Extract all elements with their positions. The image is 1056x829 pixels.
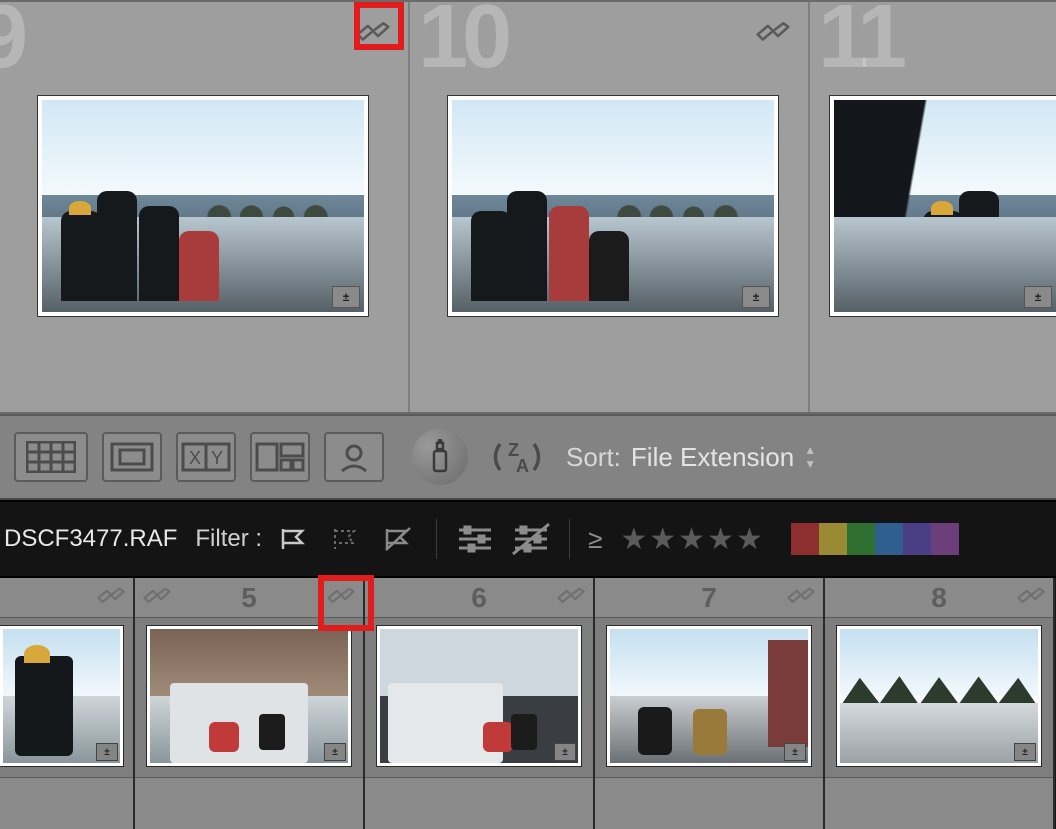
develop-badge-icon[interactable]: ± [332,286,360,308]
rating-comparator-icon[interactable]: ≥ [588,524,602,555]
quick-collection-flag-icon[interactable] [356,20,390,42]
develop-badge-icon[interactable]: ± [742,286,770,308]
grid-thumbnail[interactable]: ± [830,96,1056,316]
edit-filter-icons[interactable] [455,522,551,556]
develop-badge-icon[interactable]: ± [324,743,346,761]
svg-text:Y: Y [211,448,223,468]
sort-menu[interactable]: Sort: File Extension ▲▼ [566,442,816,473]
sort-direction-button[interactable]: Z A [482,432,552,482]
quick-collection-flag-icon[interactable] [143,586,171,604]
cell-index: 10 [418,0,506,89]
grid-cell-9[interactable]: 9 ± [0,2,410,412]
grid-thumbnail[interactable]: ± [448,96,778,316]
sort-value: File Extension [631,442,794,473]
develop-badge-icon[interactable]: ± [96,743,118,761]
color-label-filter[interactable] [791,523,959,555]
quick-collection-flag-icon[interactable] [1017,586,1045,604]
filmstrip-cell-5[interactable]: 5 ± [135,578,365,829]
thumbnail-image [380,629,578,763]
flag-unflagged-icon[interactable] [332,526,366,552]
filmstrip-index: 8 [931,582,947,614]
cell-index: 11 [818,0,901,89]
sort-label: Sort: [566,442,621,473]
current-filename: DSCF3477.RAF [4,525,177,553]
develop-badge-icon[interactable]: ± [784,743,806,761]
compare-view-button[interactable]: XY [176,432,236,482]
filmstrip-thumbnail[interactable]: ± [147,626,351,766]
quick-collection-flag-icon[interactable] [787,586,815,604]
filter-label: Filter : [195,525,262,553]
filmstrip-index: 5 [241,582,257,614]
filmstrip-index: 6 [471,582,487,614]
star-icon[interactable]: ★ [678,522,705,557]
color-chip-green[interactable] [847,523,875,555]
develop-badge-icon[interactable]: ± [1024,286,1052,308]
thumbnails-grid-button[interactable] [14,432,88,482]
sort-dropdown-icon: ▲▼ [804,443,816,471]
grid-cell-10[interactable]: 10 ± [410,2,810,412]
people-view-button[interactable] [324,432,384,482]
painter-tool-button[interactable] [412,429,468,485]
thumbnail-image [42,100,364,312]
filmstrip-index: 7 [701,582,717,614]
filmstrip-cell-6[interactable]: 6 ± [365,578,595,829]
develop-badge-icon[interactable]: ± [1014,743,1036,761]
star-icon[interactable]: ★ [649,522,676,557]
filmstrip-thumbnail[interactable]: ± [0,626,123,766]
quick-collection-flag-icon[interactable] [97,586,125,604]
color-chip-yellow[interactable] [819,523,847,555]
filmstrip-cell-8[interactable]: 8 ± [825,578,1055,829]
filmstrip: ± 5 ± 6 [0,578,1056,829]
star-icon[interactable]: ★ [736,522,763,557]
thumbnail-image [840,629,1038,763]
divider [569,519,570,559]
flag-rejected-icon[interactable] [384,526,418,552]
cell-index: 9 [0,0,22,89]
thumbnail-image [150,629,348,763]
survey-view-button[interactable] [250,432,310,482]
rating-stars[interactable]: ★ ★ ★ ★ ★ [620,522,763,557]
grid-thumbnail[interactable]: ± [38,96,368,316]
star-icon[interactable]: ★ [620,522,647,557]
quick-collection-flag-icon[interactable] [327,586,355,604]
quick-collection-flag-icon[interactable] [756,20,790,42]
filmstrip-cell[interactable]: ± [0,578,135,829]
grid-cell-11[interactable]: 11 ± [810,2,1056,412]
color-chip-red[interactable] [791,523,819,555]
color-chip-blue[interactable] [875,523,903,555]
filter-bar: DSCF3477.RAF Filter : ≥ ★ ★ ★ ★ ★ [0,500,1056,578]
color-chip-purple[interactable] [903,523,931,555]
star-icon[interactable]: ★ [707,522,734,557]
filmstrip-cell-7[interactable]: 7 ± [595,578,825,829]
svg-text:A: A [516,456,529,476]
divider [436,519,437,559]
thumbnail-image [834,100,1056,312]
grid-toolbar: XY Z A Sort: File Extension ▲▼ [0,414,1056,500]
filmstrip-thumbnail[interactable]: ± [377,626,581,766]
thumbnail-image [452,100,774,312]
thumbnail-image [610,629,808,763]
flag-picked-icon[interactable] [280,526,314,552]
quick-collection-flag-icon[interactable] [557,586,585,604]
color-chip-magenta[interactable] [931,523,959,555]
grid-view: 9 ± 10 ± 11 [0,0,1056,414]
filmstrip-thumbnail[interactable]: ± [607,626,811,766]
loupe-view-button[interactable] [102,432,162,482]
develop-badge-icon[interactable]: ± [554,743,576,761]
filmstrip-thumbnail[interactable]: ± [837,626,1041,766]
svg-text:X: X [189,448,201,468]
